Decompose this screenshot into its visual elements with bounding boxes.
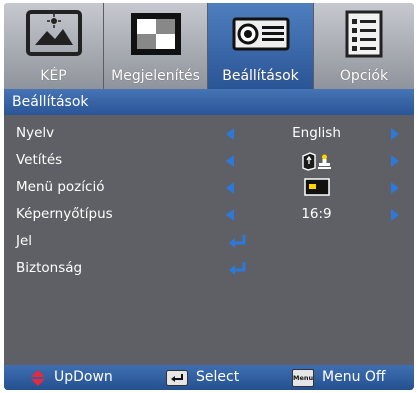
tab-kep[interactable]: KÉP bbox=[4, 3, 104, 89]
language-value: English bbox=[292, 125, 341, 141]
select-hint: Select bbox=[166, 365, 239, 390]
tab-label: Beállítások bbox=[222, 68, 299, 84]
row-nyelv[interactable]: Nyelv English bbox=[4, 120, 414, 147]
arrow-right-icon[interactable] bbox=[391, 155, 399, 167]
row-label: Biztonság bbox=[16, 260, 83, 276]
enter-key-icon bbox=[166, 369, 188, 386]
tab-bar: KÉP Megjelenítés Beállítások Opciók bbox=[4, 3, 414, 89]
arrow-left-icon[interactable] bbox=[226, 209, 234, 221]
section-title: Beállítások bbox=[4, 89, 414, 115]
osd-menu: KÉP Megjelenítés Beállítások Opciók Beál… bbox=[4, 3, 414, 390]
tab-beallitasok[interactable]: Beállítások bbox=[208, 3, 314, 89]
enter-icon[interactable] bbox=[228, 261, 248, 280]
row-jel[interactable]: Jel bbox=[4, 228, 414, 255]
picture-icon bbox=[25, 9, 83, 59]
screen-type-value: 16:9 bbox=[301, 206, 332, 222]
arrow-right-icon[interactable] bbox=[391, 182, 399, 194]
updown-hint: UpDown bbox=[30, 365, 113, 390]
row-label: Jel bbox=[16, 233, 33, 249]
display-icon bbox=[127, 9, 185, 59]
menu-position-icon bbox=[249, 178, 384, 198]
arrow-left-icon[interactable] bbox=[226, 182, 234, 194]
row-label: Képernyőtípus bbox=[16, 206, 113, 222]
enter-icon[interactable] bbox=[228, 234, 248, 253]
options-icon bbox=[335, 9, 393, 59]
menu-key-label: Menu bbox=[292, 368, 314, 387]
arrow-right-icon[interactable] bbox=[391, 128, 399, 140]
row-menu-pozicio[interactable]: Menü pozíció bbox=[4, 174, 414, 201]
tab-label: Opciók bbox=[339, 68, 389, 84]
footer-hint-bar: UpDown Select Menu Menu Off bbox=[4, 365, 414, 390]
projector-icon bbox=[232, 9, 290, 59]
arrow-right-icon[interactable] bbox=[391, 209, 399, 221]
row-label: Menü pozíció bbox=[16, 179, 105, 195]
tab-megjelenites[interactable]: Megjelenítés bbox=[104, 3, 208, 89]
arrow-left-icon[interactable] bbox=[226, 155, 234, 167]
updown-label: UpDown bbox=[54, 369, 113, 385]
menu-off-label: Menu Off bbox=[322, 369, 386, 385]
select-label: Select bbox=[196, 369, 240, 385]
tab-label: KÉP bbox=[40, 68, 67, 84]
row-biztonsag[interactable]: Biztonság bbox=[4, 255, 414, 282]
row-label: Nyelv bbox=[16, 125, 55, 141]
menu-off-hint: Menu Menu Off bbox=[292, 365, 386, 390]
settings-list: Nyelv English Vetítés Menü pozíció Képer… bbox=[4, 115, 414, 365]
row-label: Vetítés bbox=[16, 152, 63, 168]
projection-front-desktop-icon bbox=[249, 151, 384, 171]
row-vetites[interactable]: Vetítés bbox=[4, 147, 414, 174]
tab-label: Megjelenítés bbox=[111, 68, 200, 84]
arrow-left-icon[interactable] bbox=[226, 128, 234, 140]
tab-opciok[interactable]: Opciók bbox=[314, 3, 414, 89]
updown-icon bbox=[30, 369, 46, 387]
menu-key-icon: Menu bbox=[292, 368, 314, 387]
row-kepernyotipus[interactable]: Képernyőtípus 16:9 bbox=[4, 201, 414, 228]
